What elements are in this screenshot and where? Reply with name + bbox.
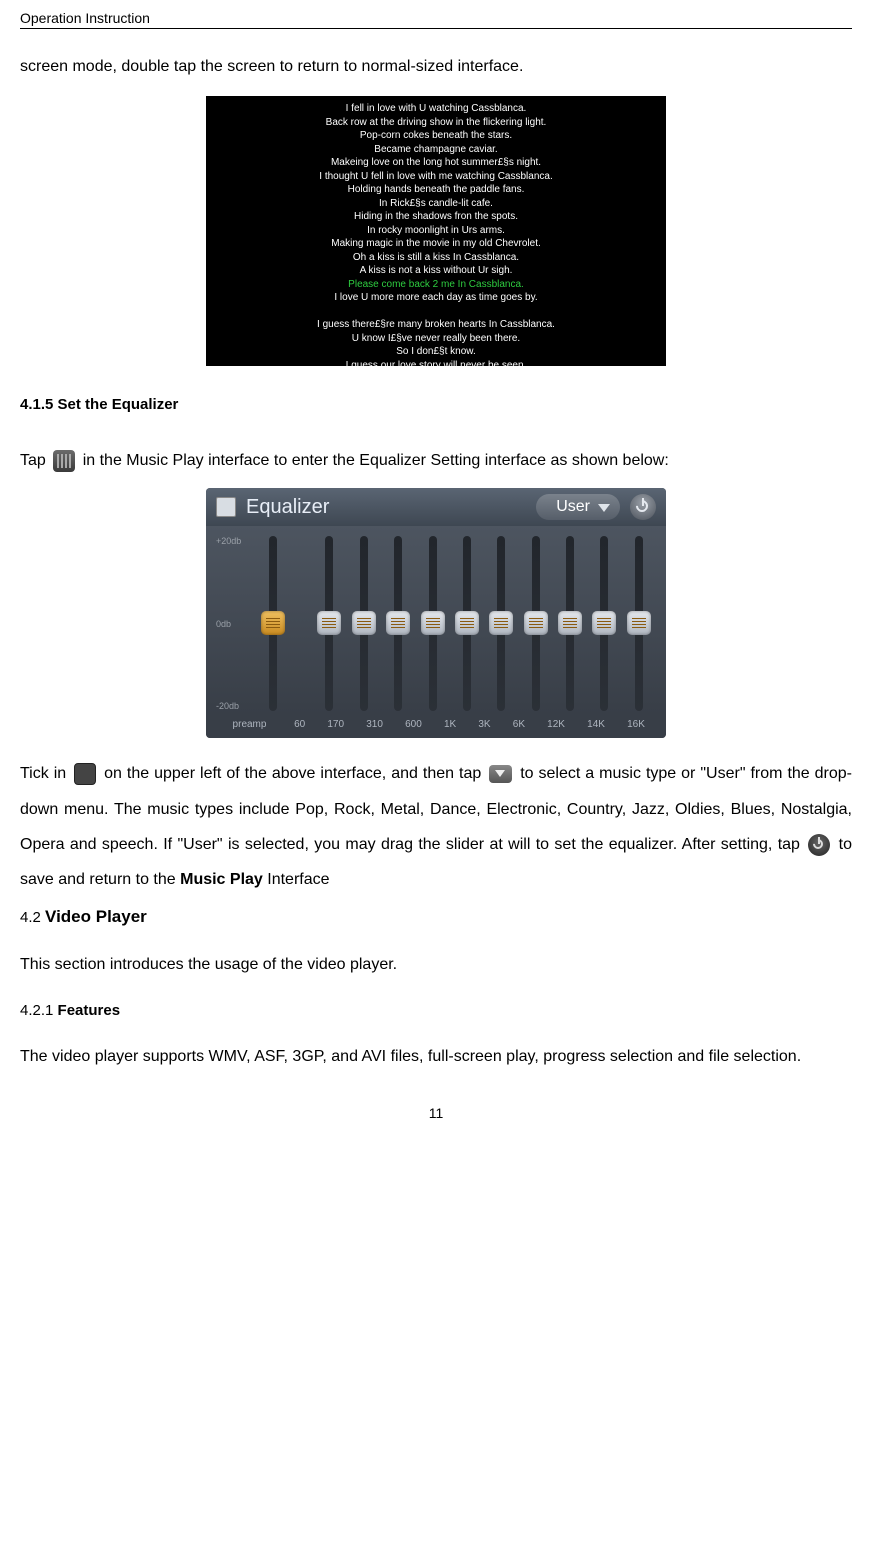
power-button[interactable] [630, 494, 656, 520]
freq-label: 14K [587, 719, 605, 730]
tap-line: Tap in the Music Play interface to enter… [20, 443, 852, 478]
band-slider[interactable] [429, 536, 437, 711]
band-slider[interactable] [566, 536, 574, 711]
band-slider[interactable] [635, 536, 643, 711]
preamp-slider[interactable] [269, 536, 277, 711]
page-number: 11 [20, 1105, 852, 1121]
heading-421: 4.2.1 Features [20, 1002, 852, 1019]
preset-dropdown[interactable]: User [536, 494, 620, 520]
band-slider[interactable] [532, 536, 540, 711]
band-slider[interactable] [394, 536, 402, 711]
freq-label: 12K [547, 719, 565, 730]
preamp-label: preamp [216, 719, 283, 730]
freq-label: 600 [405, 719, 422, 730]
freq-label: 16K [627, 719, 645, 730]
checkbox-icon [74, 763, 96, 785]
equalizer-title: Equalizer [246, 496, 329, 519]
features-text: The video player supports WMV, ASF, 3GP,… [20, 1039, 852, 1074]
band-slider[interactable] [600, 536, 608, 711]
freq-label: 6K [513, 719, 525, 730]
band-slider[interactable] [463, 536, 471, 711]
text: Interface [267, 871, 329, 888]
equalizer-instructions: Tick in on the upper left of the above i… [20, 756, 852, 897]
freq-label: 170 [327, 719, 344, 730]
text: Tap [20, 452, 50, 469]
dropdown-icon [489, 765, 512, 783]
power-icon [808, 834, 830, 856]
freq-label: 310 [366, 719, 383, 730]
heading-415: 4.1.5 Set the Equalizer [20, 396, 852, 413]
enable-checkbox[interactable] [216, 497, 236, 517]
text: in the Music Play interface to enter the… [83, 452, 669, 469]
lyrics-screenshot: I fell in love with U watching Cassblanc… [206, 96, 666, 366]
band-slider[interactable] [360, 536, 368, 711]
text: Tick in [20, 765, 71, 782]
text-bold: Music Play [180, 871, 263, 888]
section-42-intro: This section introduces the usage of the… [20, 947, 852, 982]
band-slider[interactable] [325, 536, 333, 711]
freq-label: 1K [444, 719, 456, 730]
lyrics-highlight: Please come back 2 me In Cassblanca. [216, 278, 656, 292]
equalizer-screenshot: Equalizer User +20db 0db -20db preamp 60… [206, 488, 666, 738]
heading-42: 4.2 Video Player [20, 907, 852, 927]
text: on the upper left of the above interface… [104, 765, 486, 782]
db-scale: +20db 0db -20db [216, 536, 241, 711]
intro-text: screen mode, double tap the screen to re… [20, 49, 852, 84]
page-header: Operation Instruction [20, 10, 852, 29]
freq-label: 60 [294, 719, 305, 730]
equalizer-icon [53, 450, 75, 472]
equalizer-header: Equalizer User [206, 488, 666, 526]
band-slider[interactable] [497, 536, 505, 711]
freq-label: 3K [478, 719, 490, 730]
